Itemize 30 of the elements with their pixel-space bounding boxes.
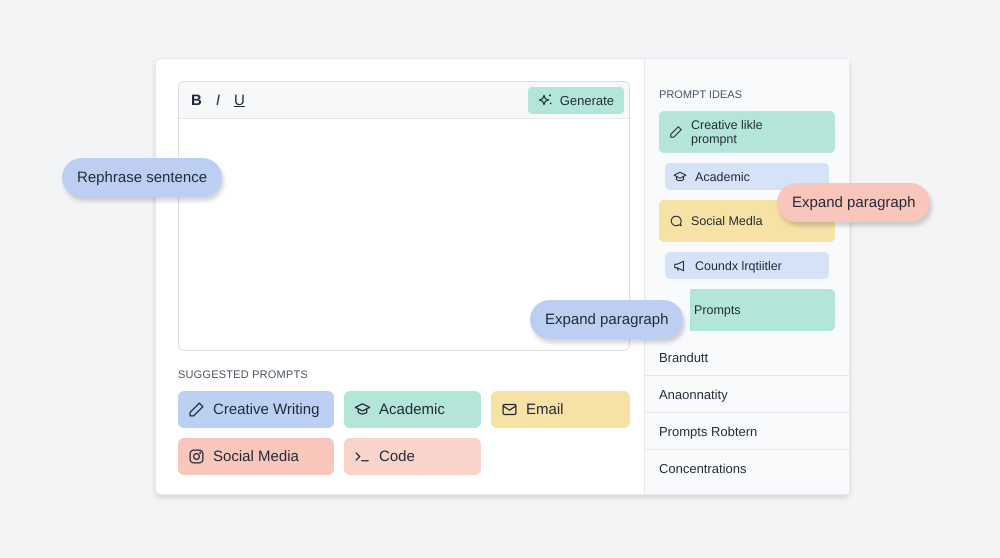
- list-item[interactable]: Prompts Robtern: [645, 413, 849, 450]
- generate-button[interactable]: Generate: [528, 86, 624, 114]
- prompt-chip[interactable]: Academic: [344, 391, 481, 428]
- prompt-idea[interactable]: Prompts: [690, 289, 835, 331]
- prompt-idea[interactable]: Coundx lrqtiitler: [665, 252, 829, 279]
- graduation-cap-icon: [673, 170, 687, 184]
- prompt-idea[interactable]: Creative likle prompnt: [659, 111, 835, 153]
- section-title: SUGGESTED PROMPTS: [178, 369, 309, 381]
- list-item[interactable]: Anaonnatity: [645, 376, 849, 413]
- speech-bubble-icon: [669, 214, 683, 228]
- sparkle-icon: [538, 92, 554, 108]
- prompt-chip[interactable]: Social Media: [178, 438, 334, 475]
- prompt-chip[interactable]: Code: [344, 438, 481, 475]
- prompt-chip[interactable]: Creative Writing: [178, 391, 334, 428]
- camera-icon: [188, 448, 205, 465]
- suggestion-tooltip[interactable]: Rephrase sentence: [62, 158, 222, 197]
- prompt-chip[interactable]: Email: [491, 391, 630, 428]
- pencil-icon: [669, 125, 683, 139]
- prompt-idea[interactable]: Academic: [665, 163, 829, 190]
- pencil-icon: [188, 401, 205, 418]
- bold-button[interactable]: B: [191, 92, 202, 108]
- megaphone-icon: [673, 258, 687, 272]
- suggestion-tooltip[interactable]: Expand paragraph: [530, 300, 684, 339]
- envelope-icon: [501, 401, 518, 418]
- italic-button[interactable]: I: [216, 92, 220, 108]
- list-item[interactable]: Concentrations: [645, 450, 849, 487]
- underline-button[interactable]: U: [234, 92, 245, 108]
- list-item[interactable]: Brandutt: [645, 339, 849, 376]
- suggestion-tooltip[interactable]: Expand paragraph: [777, 183, 930, 222]
- section-title: PROMPT IDEAS: [659, 89, 743, 101]
